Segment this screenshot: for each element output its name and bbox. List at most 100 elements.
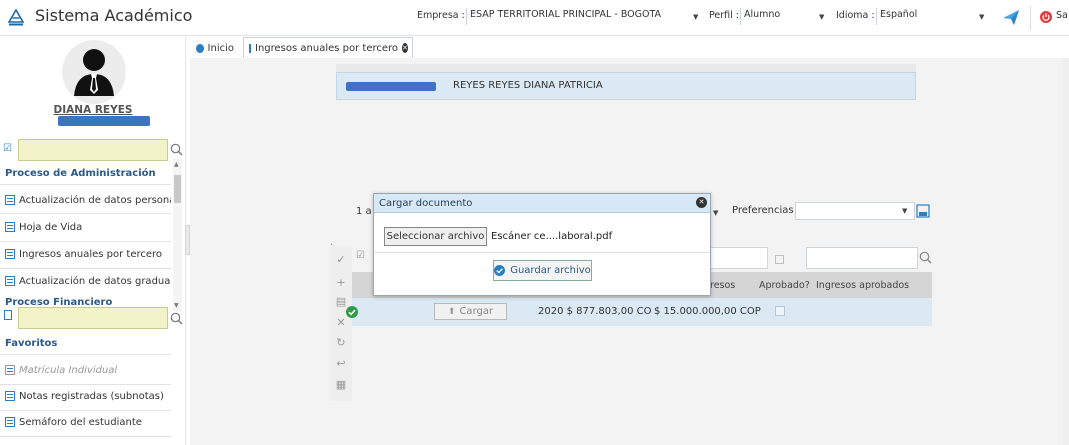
- tab-ingresos-anuales[interactable]: Ingresos anuales por tercero ✕: [243, 37, 413, 58]
- paper-plane-icon[interactable]: [1002, 9, 1020, 26]
- sidebar-item-label: Hoja de Vida: [19, 221, 83, 233]
- idioma-value: Español: [880, 9, 918, 20]
- delete-icon[interactable]: ✕: [334, 316, 348, 330]
- dialog-header: Cargar documento ✕: [374, 194, 710, 213]
- avatar: [62, 40, 126, 104]
- divider: [0, 436, 171, 437]
- list-icon: [249, 43, 251, 53]
- table-row[interactable]: ⬆ Cargar 2020 $ 877.803,00 CO $ 15.000.0…: [346, 298, 932, 326]
- sidebar-item-hoja-de-vida[interactable]: Hoja de Vida: [0, 216, 171, 238]
- fav-item-label: Matrícula Individual: [19, 364, 118, 376]
- section-admin-title[interactable]: Proceso de Administración: [5, 168, 156, 179]
- list-icon: [5, 391, 15, 401]
- preferences-label: Preferencias :: [732, 205, 801, 216]
- select-file-button[interactable]: Seleccionar archivo: [384, 227, 487, 246]
- pager-text: 1 a: [356, 206, 372, 217]
- fav-item-label: Semáforo del estudiante: [19, 416, 142, 428]
- check-circle-icon: [494, 265, 506, 276]
- divider: [0, 184, 171, 185]
- load-button-label: Cargar: [459, 306, 494, 317]
- tab-label: Ingresos anuales por tercero: [255, 42, 399, 54]
- scroll-down-icon[interactable]: ▼: [174, 302, 179, 309]
- dialog-divider: [374, 252, 710, 253]
- record-header: REYES REYES DIANA PATRICIA: [336, 72, 916, 100]
- header-divider: [1030, 6, 1031, 30]
- user-name: DIANA REYES: [53, 104, 133, 116]
- empresa-dropdown-icon[interactable]: ▼: [693, 13, 698, 21]
- selected-file-name: Escáner ce....laboral.pdf: [491, 231, 613, 242]
- approved-checkbox[interactable]: [775, 306, 785, 316]
- tab-inicio[interactable]: Inicio: [190, 37, 240, 58]
- filter-income-input[interactable]: [806, 247, 918, 269]
- list-icon: [5, 365, 15, 375]
- divider: [0, 213, 171, 214]
- favorites-search-input[interactable]: [18, 307, 168, 329]
- divider: [0, 241, 171, 242]
- sidebar-scrollbar[interactable]: ▲ ▼: [173, 159, 182, 311]
- search-icon[interactable]: [919, 251, 932, 264]
- sidebar-item-label: Actualización de datos graduado:: [19, 275, 171, 287]
- redacted-block: [346, 82, 436, 91]
- filter-check-icon[interactable]: ☑: [3, 143, 12, 154]
- tab-label: Inicio: [207, 42, 234, 54]
- record-top-strip: [336, 64, 916, 72]
- home-dot-icon: [196, 43, 204, 53]
- search-icon[interactable]: [170, 312, 183, 325]
- check-icon[interactable]: ✓: [334, 253, 348, 267]
- column-header-aprobado: Aprobado?: [759, 280, 810, 291]
- divider: [0, 268, 171, 269]
- sidebar-item-actualizacion-graduados[interactable]: Actualización de datos graduado:: [0, 270, 171, 292]
- undo-icon[interactable]: ↩: [334, 357, 348, 371]
- scrollbar-thumb[interactable]: [174, 175, 181, 203]
- preferences-dropdown-icon[interactable]: ▼: [902, 207, 907, 215]
- content-scrollbar[interactable]: [1063, 58, 1069, 445]
- perfil-value: Alumno: [744, 9, 781, 20]
- refresh-icon[interactable]: ↻: [334, 336, 348, 350]
- preferences-select[interactable]: ▼: [795, 202, 915, 220]
- perfil-select[interactable]: Alumno: [740, 8, 812, 25]
- idioma-select[interactable]: Español: [876, 8, 961, 25]
- sidebar-item-ingresos-anuales[interactable]: Ingresos anuales por tercero: [0, 243, 171, 265]
- list-icon: [5, 222, 15, 232]
- fav-item-semaforo[interactable]: Semáforo del estudiante: [0, 411, 171, 433]
- empresa-value: ESAP TERRITORIAL PRINCIPAL - BOGOTA: [470, 9, 662, 20]
- app-title: Sistema Académico: [35, 6, 193, 25]
- logout-label[interactable]: Sa: [1056, 10, 1068, 21]
- record-name: REYES REYES DIANA PATRICIA: [453, 80, 603, 91]
- pager-dropdown-icon[interactable]: ▼: [713, 209, 718, 217]
- scroll-up-icon[interactable]: ▲: [174, 161, 179, 168]
- sidebar-item-label: Actualización de datos personale: [19, 194, 171, 206]
- power-icon[interactable]: [1040, 11, 1052, 23]
- excel-export-icon[interactable]: ▦: [334, 378, 348, 392]
- row-income: $ 15.000.000,00 COP: [654, 306, 761, 317]
- upload-icon: ⬆: [447, 306, 456, 317]
- sidebar-item-actualizacion-datos[interactable]: Actualización de datos personale: [0, 189, 171, 211]
- filter-input[interactable]: [710, 247, 768, 269]
- idioma-dropdown-icon[interactable]: ▼: [979, 13, 984, 21]
- load-button[interactable]: ⬆ Cargar: [434, 303, 507, 320]
- fav-filter-icon[interactable]: [4, 310, 12, 320]
- save-preferences-icon[interactable]: [916, 204, 930, 218]
- close-icon[interactable]: ✕: [696, 197, 707, 208]
- fav-item-label: Notas registradas (subnotas): [19, 390, 164, 402]
- favorites-title[interactable]: Favoritos: [5, 338, 57, 349]
- search-icon[interactable]: [170, 143, 183, 156]
- list-icon: [5, 417, 15, 427]
- empresa-select[interactable]: ESAP TERRITORIAL PRINCIPAL - BOGOTA: [466, 8, 676, 25]
- perfil-dropdown-icon[interactable]: ▼: [819, 13, 824, 21]
- list-icon: [5, 195, 15, 205]
- add-icon[interactable]: +: [334, 276, 348, 290]
- filter-approved-checkbox[interactable]: [775, 255, 784, 264]
- upload-document-dialog: Cargar documento ✕ Seleccionar archivo E…: [373, 193, 711, 296]
- section-fin-title[interactable]: Proceso Financiero: [5, 297, 112, 305]
- perfil-label: Perfil :: [709, 10, 739, 21]
- save-file-button[interactable]: Guardar archivo: [493, 260, 592, 281]
- column-header-ingresos-aprobados: Ingresos aprobados: [816, 280, 910, 291]
- fav-item-matricula[interactable]: Matrícula Individual: [0, 359, 171, 381]
- fav-item-notas[interactable]: Notas registradas (subnotas): [0, 385, 171, 407]
- close-icon[interactable]: ✕: [402, 43, 408, 53]
- select-all-checkbox[interactable]: ☑: [356, 250, 365, 261]
- row-year-amount: 2020 $ 877.803,00 CO: [538, 306, 652, 317]
- redacted-block: [58, 116, 150, 126]
- menu-search-input[interactable]: [18, 139, 168, 161]
